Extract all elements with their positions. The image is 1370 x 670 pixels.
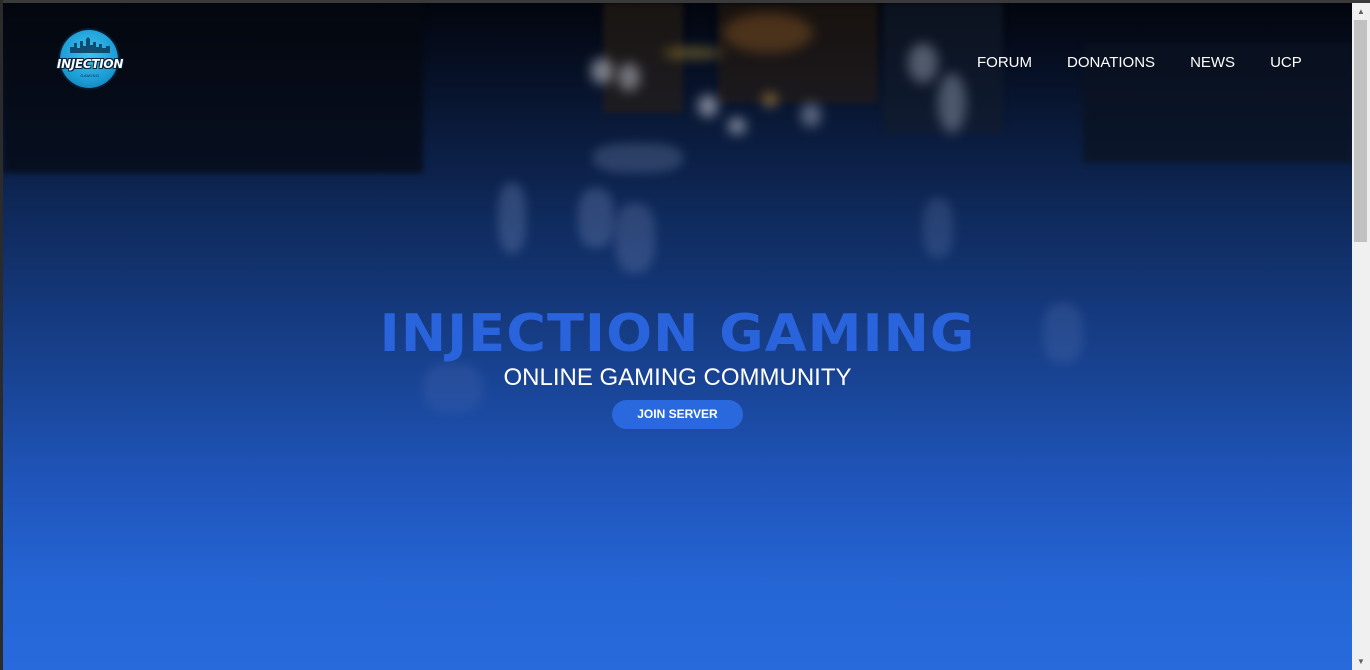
nav-link-news[interactable]: NEWS <box>1190 53 1235 73</box>
nav-link-donations[interactable]: DONATIONS <box>1067 53 1155 73</box>
arrow-up-icon[interactable]: ▲ <box>1352 3 1370 20</box>
page-viewport: INJECTION GAMING FORUM DONATIONS NEWS UC… <box>3 3 1352 670</box>
join-server-button[interactable]: JOIN SERVER <box>612 400 743 429</box>
logo-text: INJECTION <box>56 57 124 71</box>
browser-frame: INJECTION GAMING FORUM DONATIONS NEWS UC… <box>0 0 1370 670</box>
nav-link-ucp[interactable]: UCP <box>1270 53 1302 73</box>
main-nav: FORUM DONATIONS NEWS UCP <box>977 53 1302 73</box>
hero-subtitle: ONLINE GAMING COMMUNITY <box>503 364 852 391</box>
logo-subtext: GAMING <box>80 73 100 78</box>
site-logo[interactable]: INJECTION GAMING <box>54 27 126 89</box>
scrollbar-thumb[interactable] <box>1354 20 1367 242</box>
window-top-border <box>0 0 1370 3</box>
hero-title: INJECTION GAMING <box>379 304 976 364</box>
window-left-border <box>0 0 3 670</box>
skyline-logo-icon <box>70 37 110 53</box>
arrow-down-icon[interactable]: ▼ <box>1352 653 1370 670</box>
nav-link-forum[interactable]: FORUM <box>977 53 1032 73</box>
vertical-scrollbar[interactable]: ▲ ▼ <box>1352 3 1370 670</box>
